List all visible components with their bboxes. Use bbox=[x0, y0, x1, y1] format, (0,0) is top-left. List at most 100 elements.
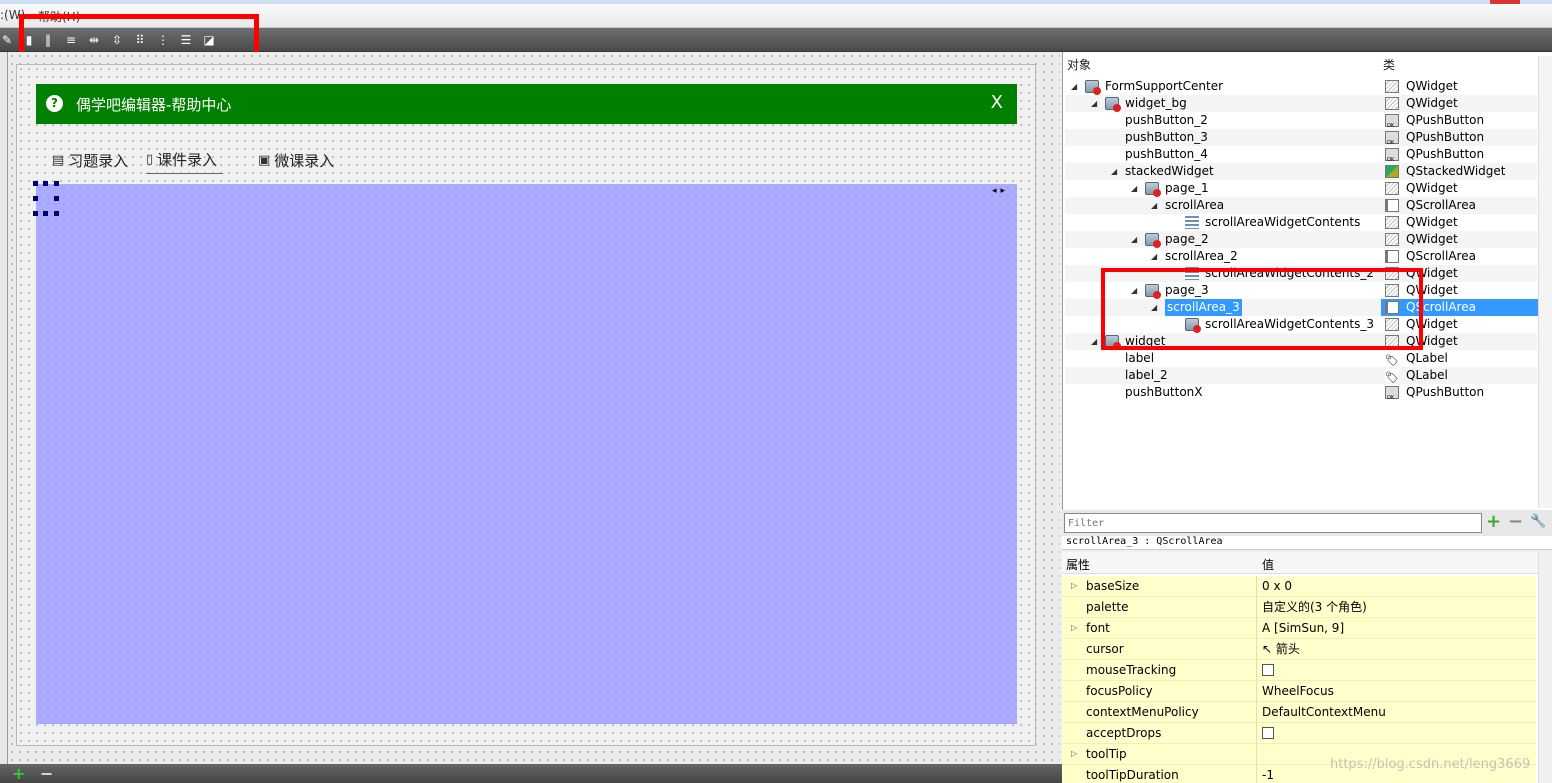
object-class: QWidget bbox=[1406, 79, 1458, 93]
property-value[interactable]: WheelFocus bbox=[1262, 681, 1334, 701]
property-value[interactable]: ↖ 箭头 bbox=[1262, 639, 1300, 659]
tree-row[interactable]: scrollAreaWidgetContents QWidget bbox=[1065, 214, 1537, 231]
selection-handle[interactable] bbox=[33, 196, 38, 201]
column-separator bbox=[1256, 744, 1257, 765]
expand-arrow-icon[interactable]: ◢ bbox=[1151, 197, 1157, 214]
widget-layout-icon bbox=[1145, 182, 1161, 197]
class-icon: 🏷 bbox=[1385, 369, 1399, 384]
expand-arrow-icon[interactable]: ▷ bbox=[1071, 576, 1077, 596]
remove-icon[interactable]: − bbox=[40, 766, 53, 782]
filter-input[interactable] bbox=[1064, 513, 1482, 533]
property-row[interactable]: ▷ font A [SimSun, 9] bbox=[1062, 618, 1536, 639]
expand-arrow-icon[interactable]: ◢ bbox=[1111, 163, 1117, 180]
tree-row[interactable]: ◢ widget_bg QWidget bbox=[1065, 95, 1537, 112]
selection-handle[interactable] bbox=[54, 211, 59, 216]
add-icon[interactable]: + bbox=[12, 766, 25, 782]
stack-page-arrows[interactable]: ◂▸ bbox=[992, 186, 1009, 196]
column-separator bbox=[1256, 723, 1257, 744]
tree-row[interactable]: ◢ page_2 QWidget bbox=[1065, 231, 1537, 248]
object-class: QScrollArea bbox=[1404, 299, 1539, 316]
tree-row[interactable]: pushButtonX OK QPushButton bbox=[1065, 384, 1537, 401]
object-class: QPushButton bbox=[1406, 130, 1485, 144]
property-value[interactable]: A [SimSun, 9] bbox=[1262, 618, 1344, 638]
remove-property-button[interactable]: − bbox=[1508, 513, 1523, 531]
selection-handle[interactable] bbox=[54, 181, 59, 186]
expand-arrow-icon[interactable]: ◢ bbox=[1091, 95, 1097, 112]
selection-handle[interactable] bbox=[33, 211, 38, 216]
object-class: QScrollArea bbox=[1406, 198, 1476, 212]
property-row[interactable]: mouseTracking bbox=[1062, 660, 1536, 681]
selected-object-class: scrollArea_3 : QScrollArea bbox=[1062, 536, 1552, 550]
tree-row[interactable]: ◢ scrollArea QScrollArea bbox=[1065, 197, 1537, 214]
tree-row[interactable]: pushButton_4 OK QPushButton bbox=[1065, 146, 1537, 163]
selection-handle[interactable] bbox=[33, 181, 38, 186]
class-icon: OK bbox=[1385, 131, 1399, 146]
property-row[interactable]: palette 自定义的(3 个角色) bbox=[1062, 597, 1536, 618]
window-close-button[interactable] bbox=[1490, 0, 1520, 4]
column-separator bbox=[1256, 639, 1257, 660]
selection-handle[interactable] bbox=[43, 211, 48, 216]
property-row[interactable]: acceptDrops bbox=[1062, 723, 1536, 744]
property-scrollbar[interactable] bbox=[1538, 552, 1552, 783]
close-button[interactable]: X bbox=[991, 92, 1003, 113]
property-name: mouseTracking bbox=[1086, 663, 1177, 677]
column-object: 对象 bbox=[1067, 58, 1092, 72]
property-row[interactable]: ▷ baseSize 0 x 0 bbox=[1062, 576, 1536, 597]
class-icon: OK bbox=[1385, 148, 1399, 163]
class-icon bbox=[1385, 182, 1399, 195]
property-checkbox[interactable] bbox=[1262, 727, 1274, 739]
property-value[interactable]: 0 x 0 bbox=[1262, 576, 1292, 596]
expand-arrow-icon[interactable]: ◢ bbox=[1071, 78, 1077, 95]
object-name: pushButton_3 bbox=[1125, 130, 1208, 144]
expand-arrow-icon[interactable]: ◢ bbox=[1091, 333, 1097, 350]
tab-courseware-entry[interactable]: ▯ 课件录入 bbox=[146, 146, 224, 174]
tree-row[interactable]: label 🏷 QLabel bbox=[1065, 350, 1537, 367]
object-class: QWidget bbox=[1406, 215, 1458, 229]
tab-microlesson-entry[interactable]: ▣ 微课录入 bbox=[258, 146, 334, 174]
property-value[interactable]: 自定义的(3 个角色) bbox=[1262, 597, 1367, 617]
widget-layout-icon bbox=[1145, 233, 1161, 248]
property-value[interactable]: DefaultContextMenu bbox=[1262, 702, 1386, 722]
selection-handle[interactable] bbox=[54, 196, 59, 201]
wrench-icon[interactable]: 🔧 bbox=[1530, 513, 1546, 531]
object-name: scrollAreaWidgetContents bbox=[1205, 215, 1361, 229]
tree-row[interactable]: pushButton_3 OK QPushButton bbox=[1065, 129, 1537, 146]
tree-row[interactable]: ◢ scrollArea_2 QScrollArea bbox=[1065, 248, 1537, 265]
tab-label: 课件录入 bbox=[157, 151, 218, 169]
property-value[interactable]: -1 bbox=[1262, 765, 1274, 783]
object-name: pushButton_4 bbox=[1125, 147, 1208, 161]
courseware-icon: ▯ bbox=[146, 152, 154, 167]
property-row[interactable]: focusPolicy WheelFocus bbox=[1062, 681, 1536, 702]
object-class: QLabel bbox=[1406, 368, 1448, 382]
expand-arrow-icon[interactable]: ◢ bbox=[1131, 231, 1137, 248]
tree-row[interactable]: ◢ page_1 QWidget bbox=[1065, 180, 1537, 197]
inspector-scrollbar[interactable] bbox=[1538, 56, 1552, 508]
property-row[interactable]: cursor ↖ 箭头 bbox=[1062, 639, 1536, 660]
object-class: QStackedWidget bbox=[1406, 164, 1506, 178]
expand-arrow-icon[interactable]: ◢ bbox=[1131, 180, 1137, 197]
class-icon bbox=[1385, 165, 1399, 178]
stacked-widget[interactable]: ◂▸ bbox=[36, 184, 1017, 724]
object-class: QPushButton bbox=[1406, 385, 1485, 399]
object-name: pushButton_2 bbox=[1125, 113, 1208, 127]
tree-row[interactable]: label_2 🏷 QLabel bbox=[1065, 367, 1537, 384]
tree-row[interactable]: ◢ FormSupportCenter QWidget bbox=[1065, 78, 1537, 95]
class-icon: 🏷 bbox=[1385, 352, 1399, 367]
property-checkbox[interactable] bbox=[1262, 664, 1274, 676]
expand-arrow-icon[interactable]: ◢ bbox=[1151, 248, 1157, 265]
tab-exercise-entry[interactable]: ▤ 习题录入 bbox=[52, 146, 128, 174]
column-separator bbox=[1256, 765, 1257, 783]
expand-arrow-icon[interactable]: ▷ bbox=[1071, 618, 1077, 638]
property-row[interactable]: contextMenuPolicy DefaultContextMenu bbox=[1062, 702, 1536, 723]
tree-row[interactable]: ◢ stackedWidget QStackedWidget bbox=[1065, 163, 1537, 180]
filter-bar: + − 🔧 bbox=[1062, 510, 1552, 536]
edit-widgets-icon[interactable]: ✎ bbox=[0, 33, 14, 47]
object-name: stackedWidget bbox=[1125, 164, 1214, 178]
add-property-button[interactable]: + bbox=[1486, 513, 1501, 531]
expand-arrow-icon[interactable]: ▷ bbox=[1071, 744, 1077, 764]
selection-handle[interactable] bbox=[43, 181, 48, 186]
object-class: QLabel bbox=[1406, 351, 1448, 365]
column-value: 值 bbox=[1262, 558, 1275, 572]
property-name: palette bbox=[1086, 600, 1129, 614]
tree-row[interactable]: pushButton_2 OK QPushButton bbox=[1065, 112, 1537, 129]
